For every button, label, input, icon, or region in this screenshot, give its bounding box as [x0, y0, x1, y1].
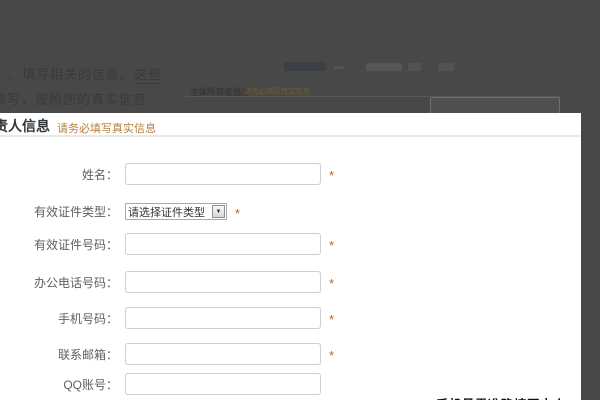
email-label: 联系邮箱：	[57, 347, 118, 362]
dimmed-nav-item	[438, 63, 454, 71]
dimmed-paragraph-line1: 、填写相关的信息。这些	[8, 64, 163, 84]
contact-person-form-panel: 责人信息 请务必填写真实信息 姓名： * 有效证件类型： 请选择证件类型 ▼ * 有效证件号…	[0, 113, 581, 400]
id-number-label: 有效证件号码：	[33, 237, 118, 252]
dimmed-nav-separator	[334, 66, 344, 69]
mobile-label: 手机号码：	[57, 311, 118, 326]
form-row-qq: QQ账号：	[0, 373, 321, 395]
id-number-input[interactable]	[125, 233, 321, 255]
dimmed-paragraph-text: 、填写相关的信息。	[8, 67, 135, 82]
dimmed-nav-item	[284, 62, 326, 71]
required-asterisk: *	[329, 168, 335, 183]
dimmed-nav-item	[408, 63, 421, 71]
screenshot-stage: 、填写相关的信息。这些 填写，按照您的真实信息 主体所有者信息 请务必填写真实信…	[0, 0, 600, 400]
form-row-mobile: 手机号码： *	[0, 307, 334, 329]
qq-label: QQ账号：	[63, 377, 118, 392]
form-row-office-phone: 办公电话号码： *	[0, 271, 334, 293]
dimmed-paragraph-link: 这些	[134, 67, 163, 84]
required-asterisk: *	[329, 238, 335, 253]
dimmed-nav-item	[366, 63, 402, 71]
form-title: 责人信息	[0, 118, 50, 134]
header-divider	[0, 135, 581, 137]
form-row-id-type: 有效证件类型： 请选择证件类型 ▼ *	[0, 203, 240, 220]
name-input[interactable]	[125, 163, 321, 185]
required-asterisk: *	[235, 205, 241, 221]
required-asterisk: *	[329, 348, 335, 363]
email-input[interactable]	[125, 343, 321, 365]
id-type-selected-value: 请选择证件类型	[128, 206, 205, 219]
form-row-email: 联系邮箱： *	[0, 343, 334, 365]
required-asterisk: *	[329, 276, 335, 291]
id-type-label: 有效证件类型：	[33, 205, 118, 219]
chevron-down-icon[interactable]: ▼	[212, 205, 225, 218]
form-row-id-number: 有效证件号码： *	[0, 233, 334, 255]
name-label: 姓名：	[81, 167, 118, 182]
office-phone-input[interactable]	[125, 271, 321, 293]
mobile-input[interactable]	[125, 307, 321, 329]
required-asterisk: *	[329, 312, 335, 327]
form-row-name: 姓名： *	[0, 163, 334, 185]
id-type-select[interactable]: 请选择证件类型 ▼	[125, 203, 227, 220]
form-header: 责人信息 请务必填写真实信息	[0, 113, 581, 137]
form-subtitle: 请务必填写真实信息	[57, 123, 156, 135]
office-phone-label: 办公电话号码：	[33, 275, 118, 290]
dimmed-paragraph-line2: 填写，按照您的真实信息	[0, 92, 148, 107]
qq-input[interactable]	[125, 373, 321, 395]
